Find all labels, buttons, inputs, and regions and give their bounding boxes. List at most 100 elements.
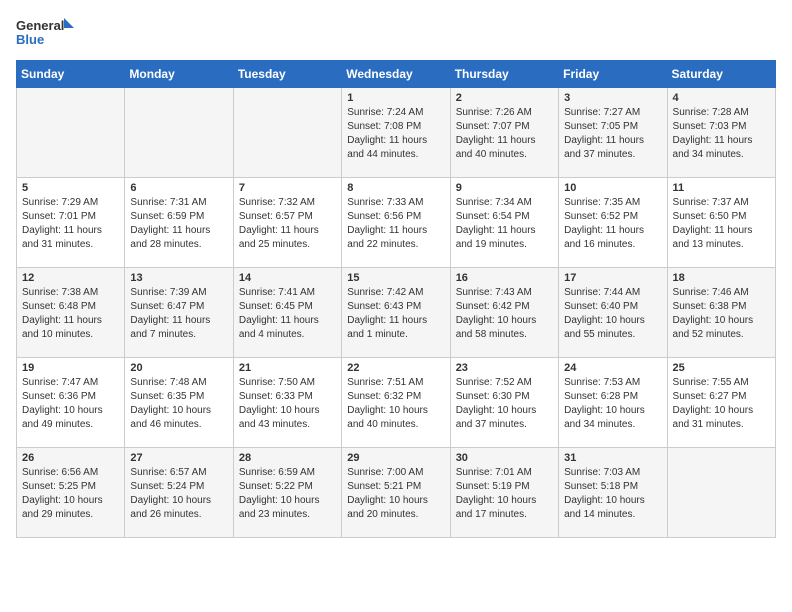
- calendar-cell: 30 Sunrise: 7:01 AM Sunset: 5:19 PM Dayli…: [450, 448, 558, 538]
- weekday-header-thursday: Thursday: [450, 61, 558, 88]
- calendar-cell: [233, 88, 341, 178]
- day-number: 17: [564, 272, 661, 284]
- calendar-cell: 21 Sunrise: 7:50 AM Sunset: 6:33 PM Dayli…: [233, 358, 341, 448]
- day-number: 23: [456, 362, 553, 374]
- weekday-header-saturday: Saturday: [667, 61, 775, 88]
- logo: GeneralBlue: [16, 16, 76, 52]
- day-info: Sunrise: 7:41 AM Sunset: 6:45 PM Dayligh…: [239, 286, 336, 342]
- day-info: Sunrise: 7:28 AM Sunset: 7:03 PM Dayligh…: [673, 106, 770, 162]
- day-number: 25: [673, 362, 770, 374]
- day-info: Sunrise: 7:50 AM Sunset: 6:33 PM Dayligh…: [239, 376, 336, 432]
- day-number: 13: [130, 272, 227, 284]
- day-info: Sunrise: 7:55 AM Sunset: 6:27 PM Dayligh…: [673, 376, 770, 432]
- weekday-header-sunday: Sunday: [17, 61, 125, 88]
- weekday-header-monday: Monday: [125, 61, 233, 88]
- day-info: Sunrise: 7:48 AM Sunset: 6:35 PM Dayligh…: [130, 376, 227, 432]
- day-info: Sunrise: 7:43 AM Sunset: 6:42 PM Dayligh…: [456, 286, 553, 342]
- calendar-cell: 15Sunrise: 7:42 AM Sunset: 6:43 PM Dayli…: [342, 268, 450, 358]
- day-number: 8: [347, 182, 444, 194]
- day-info: Sunrise: 6:57 AM Sunset: 5:24 PM Dayligh…: [130, 466, 227, 522]
- calendar-cell: 8Sunrise: 7:33 AM Sunset: 6:56 PM Daylig…: [342, 178, 450, 268]
- day-info: Sunrise: 7:42 AM Sunset: 6:43 PM Dayligh…: [347, 286, 444, 342]
- calendar-header: SundayMondayTuesdayWednesdayThursdayFrid…: [17, 61, 776, 88]
- day-info: Sunrise: 7:46 AM Sunset: 6:38 PM Dayligh…: [673, 286, 770, 342]
- day-info: Sunrise: 7:24 AM Sunset: 7:08 PM Dayligh…: [347, 106, 444, 162]
- day-number: 5: [22, 182, 119, 194]
- calendar-cell: 4Sunrise: 7:28 AM Sunset: 7:03 PM Daylig…: [667, 88, 775, 178]
- calendar-cell: [667, 448, 775, 538]
- day-number: 28: [239, 452, 336, 464]
- day-info: Sunrise: 7:53 AM Sunset: 6:28 PM Dayligh…: [564, 376, 661, 432]
- day-info: Sunrise: 7:01 AM Sunset: 5:19 PM Dayligh…: [456, 466, 553, 522]
- calendar-cell: 12 Sunrise: 7:38 AM Sunset: 6:48 PM Dayli…: [17, 268, 125, 358]
- day-number: 29: [347, 452, 444, 464]
- day-info: Sunrise: 7:38 AM Sunset: 6:48 PM Dayligh…: [22, 286, 119, 342]
- calendar-cell: 25 Sunrise: 7:55 AM Sunset: 6:27 PM Dayli…: [667, 358, 775, 448]
- weekday-row: SundayMondayTuesdayWednesdayThursdayFrid…: [17, 61, 776, 88]
- calendar-cell: 26 Sunrise: 6:56 AM Sunset: 5:25 PM Dayli…: [17, 448, 125, 538]
- week-row-5: 26 Sunrise: 6:56 AM Sunset: 5:25 PM Dayli…: [17, 448, 776, 538]
- day-number: 2: [456, 92, 553, 104]
- calendar-cell: 3 Sunrise: 7:27 AM Sunset: 7:05 PM Daylig…: [559, 88, 667, 178]
- calendar-cell: 11 Sunrise: 7:37 AM Sunset: 6:50 PM Dayli…: [667, 178, 775, 268]
- day-info: Sunrise: 7:51 AM Sunset: 6:32 PM Dayligh…: [347, 376, 444, 432]
- day-info: Sunrise: 7:52 AM Sunset: 6:30 PM Dayligh…: [456, 376, 553, 432]
- calendar-table: SundayMondayTuesdayWednesdayThursdayFrid…: [16, 60, 776, 538]
- svg-text:General: General: [16, 18, 64, 33]
- day-info: Sunrise: 7:39 AM Sunset: 6:47 PM Dayligh…: [130, 286, 227, 342]
- day-number: 6: [130, 182, 227, 194]
- calendar-cell: 13 Sunrise: 7:39 AM Sunset: 6:47 PM Dayli…: [125, 268, 233, 358]
- day-number: 31: [564, 452, 661, 464]
- logo-svg: GeneralBlue: [16, 16, 76, 52]
- day-info: Sunrise: 7:31 AM Sunset: 6:59 PM Dayligh…: [130, 196, 227, 252]
- day-info: Sunrise: 7:34 AM Sunset: 6:54 PM Dayligh…: [456, 196, 553, 252]
- day-number: 1: [347, 92, 444, 104]
- week-row-2: 5Sunrise: 7:29 AM Sunset: 7:01 PM Daylig…: [17, 178, 776, 268]
- day-number: 19: [22, 362, 119, 374]
- calendar-cell: 19 Sunrise: 7:47 AM Sunset: 6:36 PM Dayli…: [17, 358, 125, 448]
- calendar-cell: 9Sunrise: 7:34 AM Sunset: 6:54 PM Daylig…: [450, 178, 558, 268]
- calendar-cell: 31 Sunrise: 7:03 AM Sunset: 5:18 PM Dayli…: [559, 448, 667, 538]
- calendar-cell: [17, 88, 125, 178]
- day-info: Sunrise: 7:37 AM Sunset: 6:50 PM Dayligh…: [673, 196, 770, 252]
- day-number: 16: [456, 272, 553, 284]
- weekday-header-wednesday: Wednesday: [342, 61, 450, 88]
- day-info: Sunrise: 7:27 AM Sunset: 7:05 PM Dayligh…: [564, 106, 661, 162]
- day-number: 11: [673, 182, 770, 194]
- day-info: Sunrise: 7:44 AM Sunset: 6:40 PM Dayligh…: [564, 286, 661, 342]
- day-number: 20: [130, 362, 227, 374]
- calendar-body: 1 Sunrise: 7:24 AM Sunset: 7:08 PM Daylig…: [17, 88, 776, 538]
- day-number: 26: [22, 452, 119, 464]
- day-number: 14: [239, 272, 336, 284]
- calendar-cell: 1 Sunrise: 7:24 AM Sunset: 7:08 PM Daylig…: [342, 88, 450, 178]
- day-info: Sunrise: 7:03 AM Sunset: 5:18 PM Dayligh…: [564, 466, 661, 522]
- day-number: 10: [564, 182, 661, 194]
- calendar-cell: 24 Sunrise: 7:53 AM Sunset: 6:28 PM Dayli…: [559, 358, 667, 448]
- calendar-cell: 16 Sunrise: 7:43 AM Sunset: 6:42 PM Dayli…: [450, 268, 558, 358]
- calendar-cell: 17 Sunrise: 7:44 AM Sunset: 6:40 PM Dayli…: [559, 268, 667, 358]
- day-number: 12: [22, 272, 119, 284]
- day-number: 7: [239, 182, 336, 194]
- day-info: Sunrise: 6:59 AM Sunset: 5:22 PM Dayligh…: [239, 466, 336, 522]
- day-number: 30: [456, 452, 553, 464]
- calendar-cell: 2 Sunrise: 7:26 AM Sunset: 7:07 PM Daylig…: [450, 88, 558, 178]
- calendar-cell: 18 Sunrise: 7:46 AM Sunset: 6:38 PM Dayli…: [667, 268, 775, 358]
- svg-text:Blue: Blue: [16, 32, 44, 47]
- day-number: 24: [564, 362, 661, 374]
- calendar-cell: 29Sunrise: 7:00 AM Sunset: 5:21 PM Dayli…: [342, 448, 450, 538]
- day-number: 22: [347, 362, 444, 374]
- day-info: Sunrise: 7:26 AM Sunset: 7:07 PM Dayligh…: [456, 106, 553, 162]
- calendar-cell: 10Sunrise: 7:35 AM Sunset: 6:52 PM Dayli…: [559, 178, 667, 268]
- day-number: 27: [130, 452, 227, 464]
- page-header: GeneralBlue: [16, 16, 776, 52]
- day-info: Sunrise: 6:56 AM Sunset: 5:25 PM Dayligh…: [22, 466, 119, 522]
- calendar-cell: 20 Sunrise: 7:48 AM Sunset: 6:35 PM Dayli…: [125, 358, 233, 448]
- day-number: 18: [673, 272, 770, 284]
- calendar-cell: 27 Sunrise: 6:57 AM Sunset: 5:24 PM Dayli…: [125, 448, 233, 538]
- day-info: Sunrise: 7:47 AM Sunset: 6:36 PM Dayligh…: [22, 376, 119, 432]
- day-info: Sunrise: 7:32 AM Sunset: 6:57 PM Dayligh…: [239, 196, 336, 252]
- day-number: 3: [564, 92, 661, 104]
- calendar-cell: 28 Sunrise: 6:59 AM Sunset: 5:22 PM Dayli…: [233, 448, 341, 538]
- calendar-cell: 7 Sunrise: 7:32 AM Sunset: 6:57 PM Daylig…: [233, 178, 341, 268]
- day-number: 21: [239, 362, 336, 374]
